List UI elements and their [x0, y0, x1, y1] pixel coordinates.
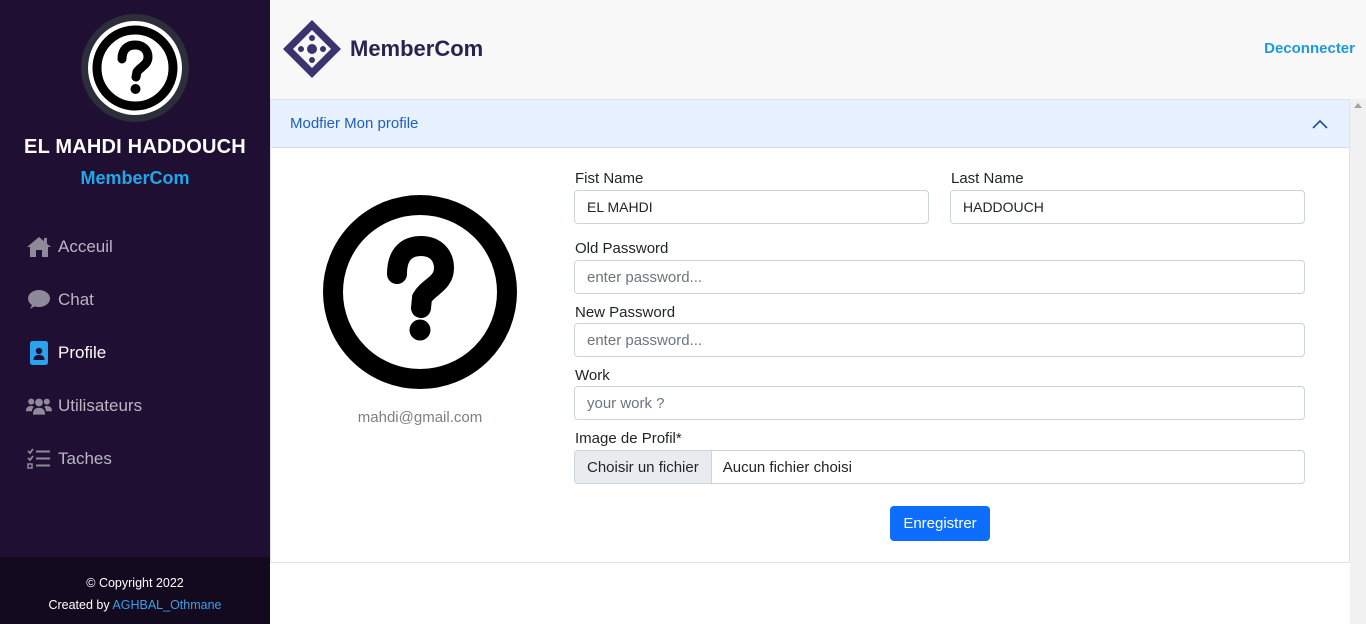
sidebar-item-label: Utilisateurs — [58, 395, 143, 415]
old-password-label: Old Password — [575, 240, 669, 257]
file-input[interactable]: Choisir un fichier Aucun fichier choisi — [574, 450, 1305, 484]
work-label: Work — [575, 367, 610, 384]
choose-file-button[interactable]: Choisir un fichier — [575, 451, 712, 483]
sidebar-item-label: Chat — [58, 289, 94, 309]
task-list-icon — [26, 446, 52, 472]
author-link[interactable]: AGHBAL_Othmane — [112, 598, 221, 612]
users-icon — [26, 393, 52, 419]
first-name-field[interactable] — [574, 190, 929, 224]
scrollbar[interactable] — [1350, 99, 1366, 624]
profile-picture — [322, 194, 518, 395]
id-badge-icon — [26, 340, 52, 366]
copyright-text: © Copyright 2022 — [86, 576, 184, 590]
sidebar-user-name: EL MAHDI HADDOUCH — [24, 136, 246, 158]
logout-link[interactable]: Deconnecter — [1264, 40, 1355, 57]
sidebar-footer: © Copyright 2022 Created by AGHBAL_Othma… — [0, 557, 270, 624]
sidebar-item-label: Taches — [58, 448, 112, 468]
work-field[interactable] — [574, 386, 1305, 420]
sidebar-avatar — [81, 14, 189, 122]
sidebar-item-chat[interactable]: Chat — [0, 273, 270, 326]
question-mark-icon — [323, 195, 517, 389]
sidebar-nav: Acceuil Chat Profile Utilisateurs Taches — [0, 220, 270, 485]
last-name-label: Last Name — [951, 170, 1024, 187]
sidebar-item-label: Profile — [58, 342, 107, 362]
top-bar: MemberCom Deconnecter — [270, 0, 1366, 99]
app-logo[interactable]: MemberCom — [282, 19, 483, 79]
card-header[interactable]: Modfier Mon profile — [271, 100, 1349, 148]
home-icon — [26, 234, 52, 260]
sidebar-item-taches[interactable]: Taches — [0, 432, 270, 485]
profile-card: Modfier Mon profile mahdi@gmail.com Fist… — [270, 99, 1350, 563]
sidebar: EL MAHDI HADDOUCH MemberCom Acceuil Chat… — [0, 0, 270, 624]
first-name-label: Fist Name — [575, 170, 644, 187]
sidebar-item-utilisateurs[interactable]: Utilisateurs — [0, 379, 270, 432]
sidebar-item-profile[interactable]: Profile — [0, 326, 270, 379]
chevron-up-icon[interactable] — [1310, 114, 1330, 134]
sidebar-item-label: Acceuil — [58, 236, 113, 256]
created-by-label: Created by — [48, 598, 110, 612]
card-title: Modfier Mon profile — [290, 115, 419, 132]
last-name-field[interactable] — [950, 190, 1305, 224]
sidebar-item-acceuil[interactable]: Acceuil — [0, 220, 270, 273]
chat-bubble-icon — [26, 287, 52, 313]
new-password-label: New Password — [575, 304, 676, 321]
logo-text: MemberCom — [350, 36, 484, 61]
sidebar-brand: MemberCom — [80, 168, 190, 188]
image-label: Image de Profil* — [575, 430, 682, 447]
credits: Created by AGHBAL_Othmane — [0, 594, 270, 616]
profile-email: mahdi@gmail.com — [357, 409, 483, 426]
file-status: Aucun fichier choisi — [722, 458, 852, 476]
new-password-field[interactable] — [574, 323, 1305, 357]
question-mark-icon — [92, 25, 178, 111]
old-password-field[interactable] — [574, 260, 1305, 294]
save-button[interactable]: Enregistrer — [890, 506, 990, 541]
scroll-up-arrow-icon[interactable] — [1354, 103, 1362, 108]
membercom-logo-icon — [283, 20, 341, 78]
